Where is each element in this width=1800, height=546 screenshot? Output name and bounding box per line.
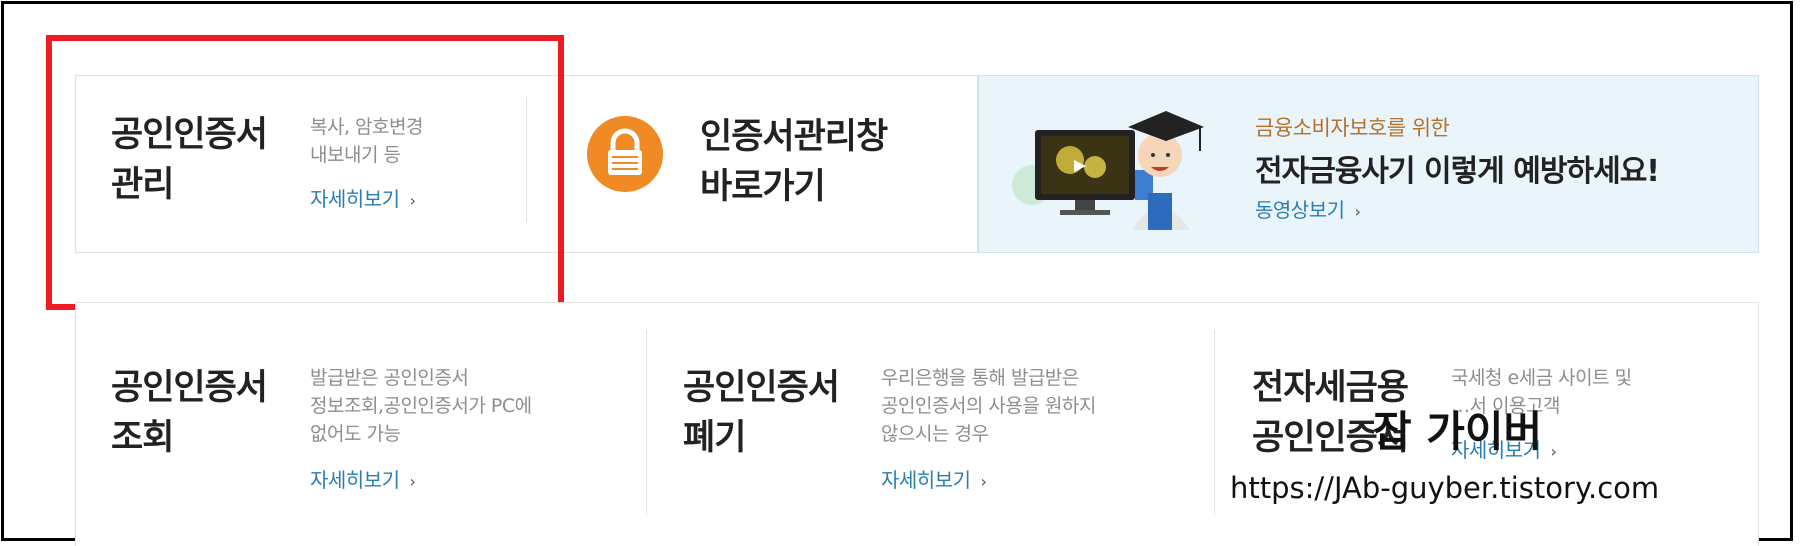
cert-lookup-more-link[interactable]: 자세히보기 › xyxy=(310,464,416,493)
chevron-right-icon: › xyxy=(1354,202,1361,221)
more-link-label: 자세히보기 xyxy=(310,468,400,492)
cert-window-title: 인증서관리창 바로가기 xyxy=(700,117,888,207)
chevron-right-icon: › xyxy=(409,472,416,491)
video-link-label: 동영상보기 xyxy=(1255,198,1345,222)
highlight-box xyxy=(46,35,564,310)
graduate-tutor-illustration xyxy=(1010,105,1210,230)
chevron-right-icon: › xyxy=(1550,442,1557,461)
divider xyxy=(646,330,647,515)
cert-lookup-desc: 발급받은 공인인증서 정보조회,공인인증서가 PC에 없어도 가능 xyxy=(310,367,532,445)
cert-revoke-title: 공인인증서 폐기 xyxy=(683,368,840,458)
more-link-label: 자세히보기 xyxy=(881,468,971,492)
chevron-right-icon: › xyxy=(980,472,987,491)
promo-headline: 전자금융사기 이렇게 예방하세요! xyxy=(1255,154,1660,189)
watermark-url: https://JAb-guyber.tistory.com xyxy=(1230,471,1660,505)
lock-icon xyxy=(587,116,663,192)
watermark-name: 잡 가이버 xyxy=(1373,407,1543,456)
promo-video-link[interactable]: 동영상보기 › xyxy=(1255,194,1361,223)
divider xyxy=(1214,330,1215,515)
cert-lookup-title: 공인인증서 조회 xyxy=(111,368,268,458)
cert-revoke-desc: 우리은행을 통해 발급받은 공인인증서의 사용을 원하지 않으시는 경우 xyxy=(881,367,1096,445)
promo-eyebrow: 금융소비자보호를 위한 xyxy=(1255,116,1450,140)
cert-revoke-more-link[interactable]: 자세히보기 › xyxy=(881,464,987,493)
